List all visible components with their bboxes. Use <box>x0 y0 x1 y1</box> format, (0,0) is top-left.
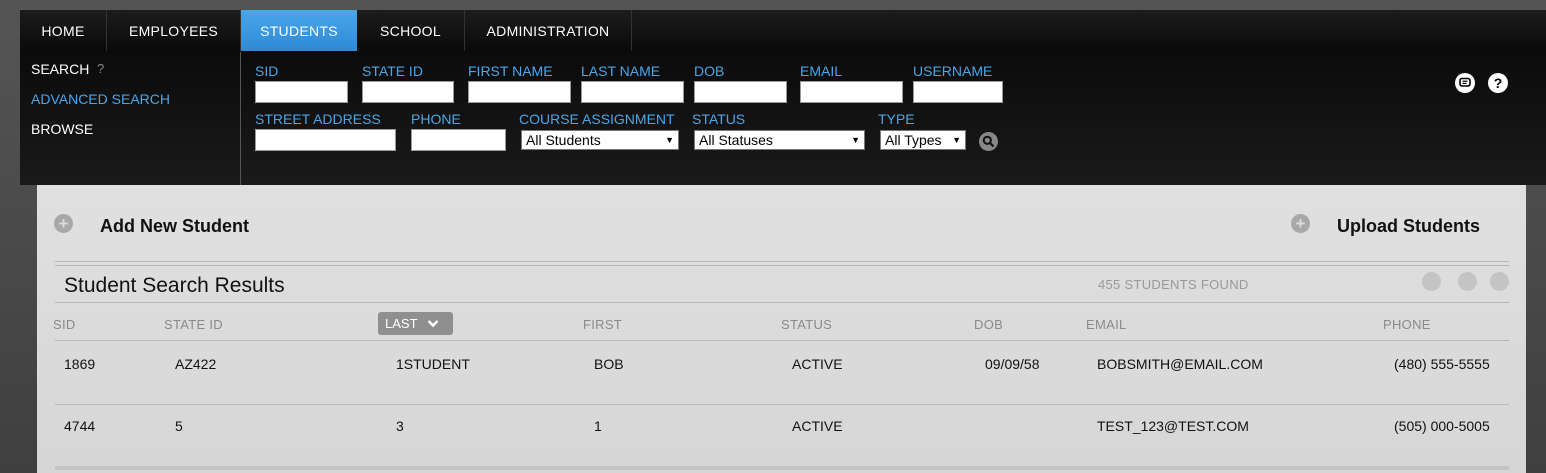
cell-email: BOBSMITH@EMAIL.COM <box>1097 356 1263 372</box>
cell-status: ACTIVE <box>792 418 843 434</box>
cell-sid: 1869 <box>64 356 96 372</box>
divider <box>55 265 1509 266</box>
col-header-status[interactable]: STATUS <box>781 317 832 332</box>
last-name-input[interactable] <box>581 81 684 103</box>
print-icon[interactable] <box>1422 272 1441 291</box>
email-label: EMAIL <box>800 63 843 79</box>
help-icon[interactable]: ? <box>1488 73 1508 93</box>
course-assignment-value: All Students <box>526 132 601 148</box>
divider <box>55 404 1509 405</box>
type-label: TYPE <box>878 111 915 127</box>
email-icon[interactable] <box>1458 272 1477 291</box>
divider <box>55 261 1509 262</box>
type-value: All Types <box>885 132 942 148</box>
sidebar: SEARCH ? ADVANCED SEARCH BROWSE <box>20 52 241 185</box>
results-title: Student Search Results <box>64 274 285 297</box>
dob-input[interactable] <box>694 81 787 103</box>
dropdown-arrow-icon: ▼ <box>952 135 961 145</box>
phone-label: PHONE <box>411 111 461 127</box>
status-value: All Statuses <box>699 132 773 148</box>
sidebar-item-browse[interactable]: BROWSE <box>31 121 93 137</box>
cell-state-id: 5 <box>175 418 183 434</box>
col-header-last-label: LAST <box>385 316 418 331</box>
street-address-label: STREET ADDRESS <box>255 111 381 127</box>
chat-icon[interactable] <box>1455 73 1475 93</box>
search-icon <box>982 135 995 148</box>
tab-school[interactable]: SCHOOL <box>357 10 465 51</box>
tab-administration[interactable]: ADMINISTRATION <box>465 10 632 51</box>
dropdown-arrow-icon: ▼ <box>851 135 860 145</box>
cell-last: 3 <box>396 418 404 434</box>
email-input[interactable] <box>800 81 903 103</box>
sidebar-item-search[interactable]: SEARCH <box>31 61 89 77</box>
main-content: + Add New Student + Upload Students Stud… <box>37 185 1526 473</box>
upload-icon[interactable]: + <box>1291 214 1310 233</box>
cell-state-id: AZ422 <box>175 356 217 372</box>
col-header-last[interactable]: LAST <box>378 312 453 335</box>
course-assignment-select[interactable]: All Students ▼ <box>521 130 679 150</box>
col-header-email[interactable]: EMAIL <box>1086 317 1127 332</box>
cell-sid: 4744 <box>64 418 96 434</box>
dropdown-arrow-icon: ▼ <box>665 135 674 145</box>
cell-status: ACTIVE <box>792 356 843 372</box>
last-name-label: LAST NAME <box>581 63 661 79</box>
sidebar-item-advanced-search[interactable]: ADVANCED SEARCH <box>31 91 170 107</box>
state-id-label: STATE ID <box>362 63 423 79</box>
type-select[interactable]: All Types ▼ <box>880 130 966 150</box>
divider <box>55 466 1509 470</box>
tab-students[interactable]: STUDENTS <box>241 10 357 51</box>
cell-first: BOB <box>594 356 624 372</box>
add-new-student-button[interactable]: Add New Student <box>100 216 249 237</box>
chat-glyph <box>1459 77 1471 87</box>
cell-phone: (505) 000-5005 <box>1394 418 1490 434</box>
divider <box>55 302 1509 303</box>
search-button[interactable] <box>979 132 998 151</box>
search-panel: SEARCH ? ADVANCED SEARCH BROWSE SID STAT… <box>20 52 1546 185</box>
phone-input[interactable] <box>411 129 506 151</box>
upload-students-button[interactable]: Upload Students <box>1337 216 1480 237</box>
status-label: STATUS <box>692 111 746 127</box>
username-label: USERNAME <box>913 63 993 79</box>
top-nav: HOME EMPLOYEES STUDENTS SCHOOL ADMINISTR… <box>20 10 1546 52</box>
col-header-phone[interactable]: PHONE <box>1383 317 1431 332</box>
tab-employees[interactable]: EMPLOYEES <box>107 10 241 51</box>
cell-first: 1 <box>594 418 602 434</box>
col-header-dob[interactable]: DOB <box>974 317 1003 332</box>
results-count: 455 STUDENTS FOUND <box>1098 277 1249 292</box>
cell-email: TEST_123@TEST.COM <box>1097 418 1249 434</box>
add-icon[interactable]: + <box>54 214 73 233</box>
sid-input[interactable] <box>255 81 348 103</box>
cell-phone: (480) 555-5555 <box>1394 356 1490 372</box>
col-header-state-id[interactable]: STATE ID <box>164 317 223 332</box>
col-header-first[interactable]: FIRST <box>583 317 622 332</box>
username-input[interactable] <box>913 81 1003 103</box>
export-icon[interactable] <box>1490 272 1509 291</box>
dob-label: DOB <box>694 63 725 79</box>
cell-dob: 09/09/58 <box>985 356 1040 372</box>
street-address-input[interactable] <box>255 129 396 151</box>
status-select[interactable]: All Statuses ▼ <box>694 130 865 150</box>
search-help-mark[interactable]: ? <box>97 61 104 76</box>
col-header-sid[interactable]: SID <box>53 317 76 332</box>
first-name-input[interactable] <box>468 81 571 103</box>
state-id-input[interactable] <box>362 81 454 103</box>
first-name-label: FIRST NAME <box>468 63 553 79</box>
cell-last: 1STUDENT <box>396 356 470 372</box>
divider <box>55 340 1509 341</box>
chevron-down-icon <box>427 320 438 328</box>
course-assignment-label: COURSE ASSIGNMENT <box>519 111 675 127</box>
sid-label: SID <box>255 63 279 79</box>
tab-home[interactable]: HOME <box>20 10 107 51</box>
